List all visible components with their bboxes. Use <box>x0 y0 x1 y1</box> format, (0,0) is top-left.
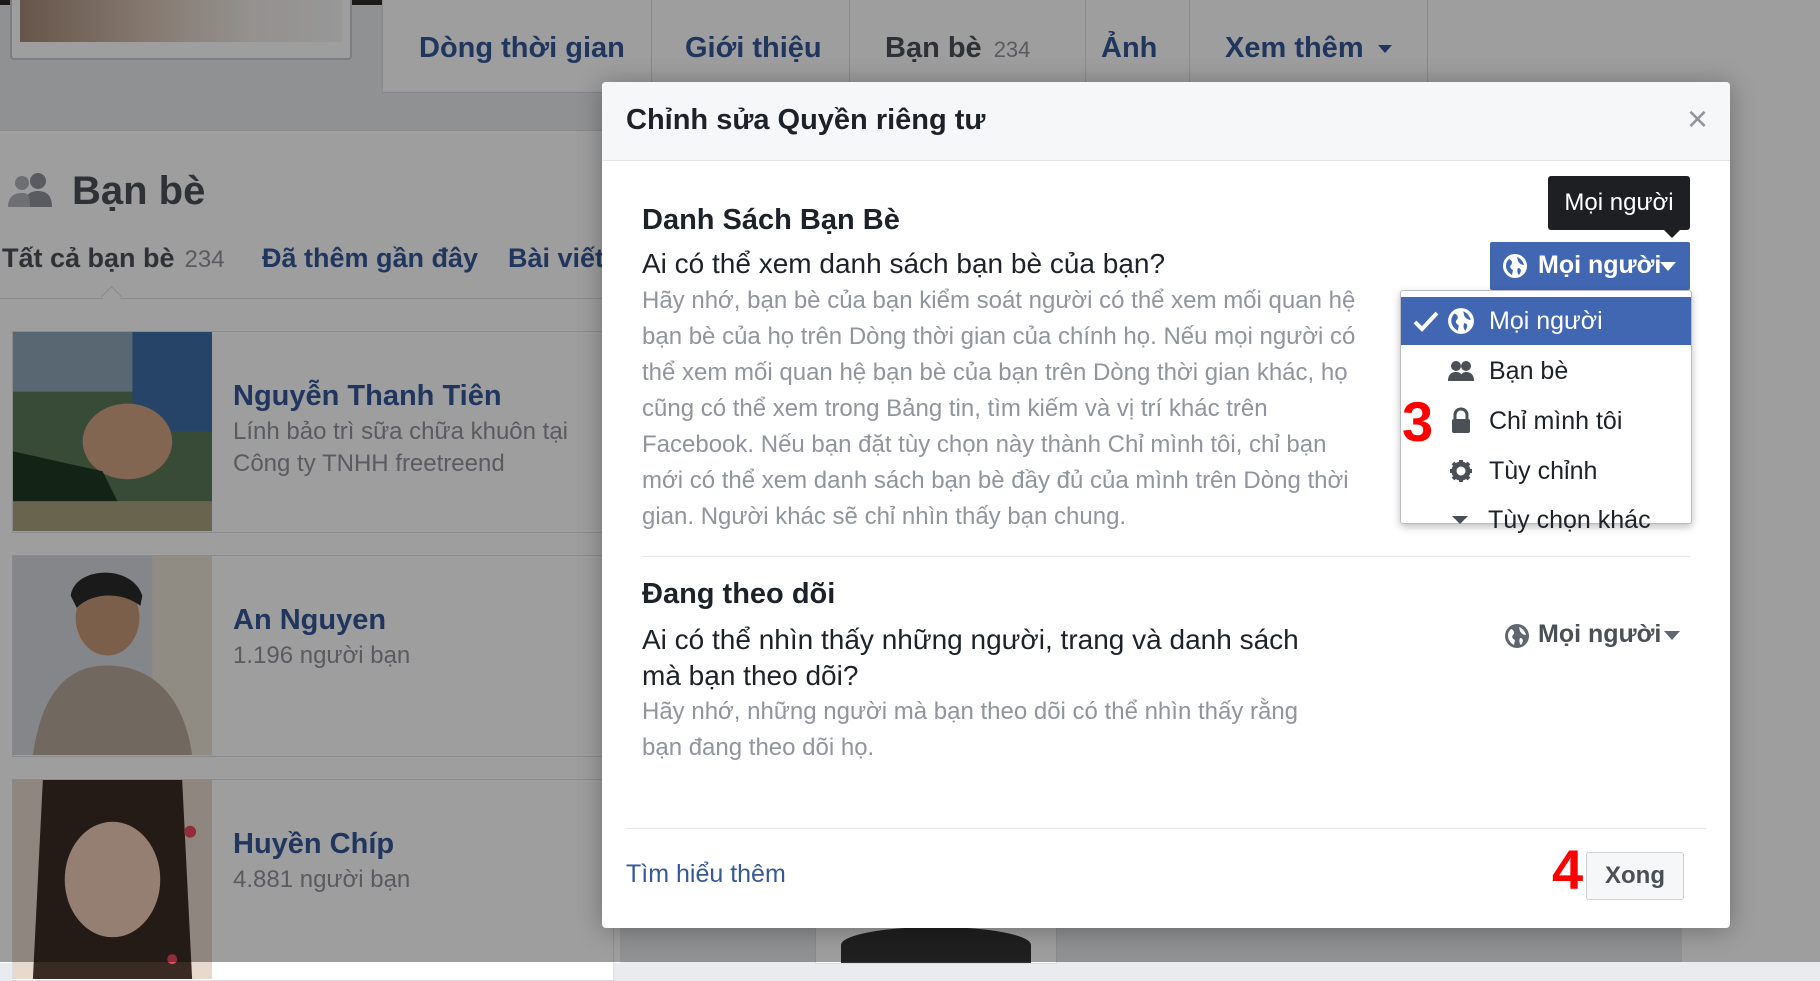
audience-option-label: Chỉ mình tôi <box>1489 407 1623 435</box>
triangle-down-icon <box>1660 262 1676 271</box>
step-marker-3: 3 <box>1402 390 1434 453</box>
footer-divider <box>626 828 1706 829</box>
audience-tooltip: Mọi người <box>1548 176 1690 238</box>
triangle-down-icon <box>1664 631 1680 640</box>
triangle-down-icon <box>1452 516 1468 524</box>
friends-list-question: Ai có thể xem danh sách bạn bè của bạn? <box>642 248 1166 279</box>
following-audience-label: Mọi người <box>1538 620 1662 648</box>
section-title-friends-list: Danh Sách Bạn Bè <box>642 204 900 236</box>
audience-option-friends[interactable]: Bạn bè <box>1401 347 1691 395</box>
checkmark-icon <box>1413 311 1439 332</box>
audience-option-label: Bạn bè <box>1489 357 1569 385</box>
friends-icon <box>1448 361 1474 381</box>
audience-option-more-options[interactable]: Tùy chọn khác <box>1400 496 1690 544</box>
section-divider <box>642 556 1690 557</box>
globe-icon <box>1503 254 1527 278</box>
audience-option-label: Tùy chỉnh <box>1489 457 1598 485</box>
audience-tooltip-text: Mọi người <box>1564 189 1674 216</box>
learn-more-link[interactable]: Tìm hiểu thêm <box>626 860 786 889</box>
following-question: Ai có thể nhìn thấy những người, trang v… <box>642 624 1299 691</box>
following-description: Hãy nhớ, những người mà bạn theo dõi có … <box>642 698 1299 761</box>
audience-selector-button[interactable]: Mọi người <box>1490 242 1690 290</box>
audience-option-label: Mọi người <box>1489 307 1603 335</box>
gear-icon <box>1450 460 1472 482</box>
done-button[interactable]: Xong <box>1586 852 1684 900</box>
audience-option-public[interactable]: Mọi người <box>1401 297 1691 345</box>
audience-menu: Mọi người Bạn bè Chỉ mình tôi Tùy chỉnh <box>1400 290 1692 524</box>
audience-option-label: Tùy chọn khác <box>1488 506 1651 534</box>
tooltip-arrow <box>1664 230 1680 238</box>
audience-option-only-me[interactable]: Chỉ mình tôi <box>1401 397 1691 445</box>
lock-icon <box>1452 407 1470 433</box>
following-audience-selector[interactable]: Mọi người <box>1492 612 1692 656</box>
close-icon[interactable]: × <box>1687 98 1708 140</box>
audience-selector-label: Mọi người <box>1538 251 1662 279</box>
dialog-title: Chỉnh sửa Quyền riêng tư <box>626 104 986 136</box>
globe-icon <box>1505 624 1529 648</box>
section-title-following: Đang theo dõi <box>642 578 836 610</box>
dialog-header: Chỉnh sửa Quyền riêng tư × <box>602 82 1730 161</box>
edit-privacy-dialog: Chỉnh sửa Quyền riêng tư × Danh Sách Bạn… <box>602 82 1730 928</box>
globe-icon <box>1448 308 1474 334</box>
audience-option-custom[interactable]: Tùy chỉnh <box>1401 447 1691 495</box>
friends-list-description: Hãy nhớ, bạn bè của bạn kiểm soát người … <box>642 287 1356 530</box>
step-marker-4: 4 <box>1552 838 1584 901</box>
